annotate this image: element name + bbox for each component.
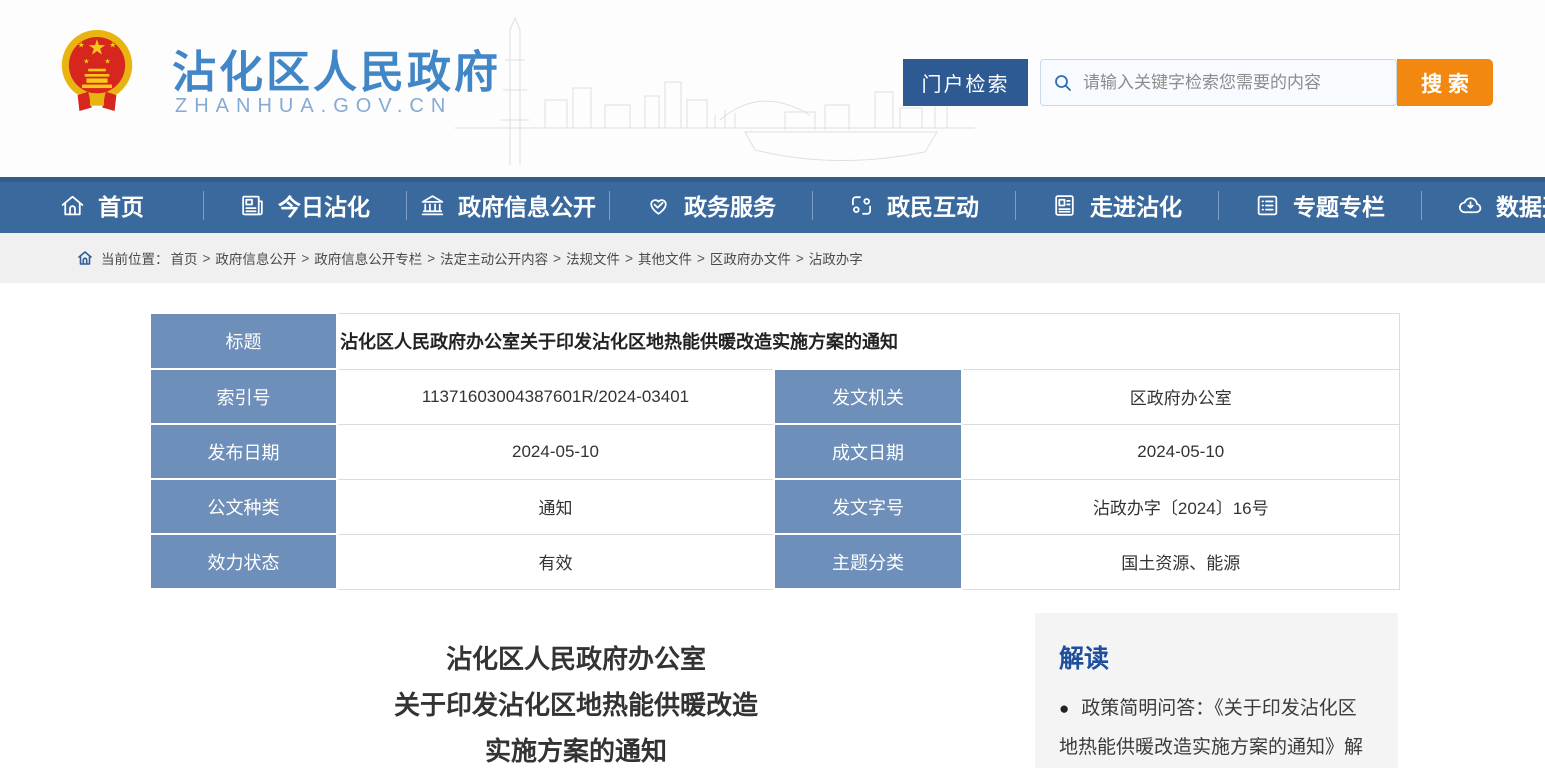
meta-value-validity: 有效: [337, 534, 774, 589]
meta-value-written-date: 2024-05-10: [962, 424, 1399, 479]
interpretation-panel: 解读 ●政策简明问答：《关于印发沾化区地热能供暖改造实施方案的通知》解读: [1035, 613, 1398, 768]
breadcrumb-home-icon: [77, 250, 93, 266]
meta-label-written-date: 成文日期: [774, 424, 962, 479]
breadcrumb-item[interactable]: 首页: [171, 248, 198, 268]
breadcrumb-item[interactable]: 区政府办文件: [710, 248, 791, 268]
nav-item-home[interactable]: 首页: [0, 177, 203, 233]
breadcrumb-item[interactable]: 法定主动公开内容: [440, 248, 548, 268]
national-emblem-logo[interactable]: ★ ★ ★ ★ ★: [53, 22, 141, 126]
nav-item-interaction[interactable]: 政民互动: [812, 177, 1015, 233]
meta-label-doc-type: 公文种类: [150, 479, 337, 534]
meta-label-index-no: 索引号: [150, 369, 337, 424]
interaction-icon: [848, 192, 875, 219]
meta-value-index-no: 11371603004387601R/2024-03401: [337, 369, 774, 424]
article-title-line: 实施方案的通知: [150, 728, 1002, 768]
search-input[interactable]: [1083, 73, 1384, 93]
breadcrumb-item[interactable]: 政府信息公开: [215, 248, 296, 268]
table-row: 发布日期 2024-05-10 成文日期 2024-05-10: [150, 424, 1399, 479]
nav-item-gov-info[interactable]: 政府信息公开: [406, 177, 609, 233]
svg-text:★: ★: [88, 37, 107, 60]
search-box: [1040, 59, 1397, 106]
interpretation-link[interactable]: ●政策简明问答：《关于印发沾化区地热能供暖改造实施方案的通知》解读: [1059, 689, 1374, 768]
svg-text:★: ★: [109, 41, 116, 50]
gov-building-icon: [419, 192, 446, 219]
nav-item-about[interactable]: 走进沾化: [1015, 177, 1218, 233]
home-icon: [59, 192, 86, 219]
svg-text:★: ★: [104, 57, 110, 65]
svg-text:★: ★: [83, 57, 89, 65]
portal-search-button[interactable]: 门户检索: [903, 59, 1028, 106]
search-button[interactable]: 搜 索: [1397, 59, 1493, 106]
meta-label-theme-category: 主题分类: [774, 534, 962, 589]
nav-item-today[interactable]: 今日沾化: [203, 177, 406, 233]
site-title: 沾化区人民政府: [172, 36, 501, 100]
meta-label-publish-date: 发布日期: [150, 424, 337, 479]
search-icon: [1053, 73, 1073, 93]
nav-item-open-data[interactable]: 数据开放: [1421, 177, 1545, 233]
city-sketch-art: [455, 0, 975, 177]
list-icon: [1254, 192, 1281, 219]
service-handshake-icon: [645, 192, 672, 219]
breadcrumb-item[interactable]: 政府信息公开专栏: [314, 248, 422, 268]
meta-label-validity: 效力状态: [150, 534, 337, 589]
breadcrumb: 当前位置： 首页> 政府信息公开> 政府信息公开专栏> 法定主动公开内容> 法规…: [0, 233, 1545, 283]
page: ★ ★ ★ ★ ★ 沾化区人民政府 ZHANHUA.GOV.CN 门户检索 搜 …: [0, 0, 1545, 768]
table-row: 标题 沾化区人民政府办公室关于印发沾化区地热能供暖改造实施方案的通知: [150, 313, 1399, 369]
breadcrumb-item[interactable]: 法规文件: [566, 248, 620, 268]
site-domain: ZHANHUA.GOV.CN: [175, 95, 452, 118]
table-row: 索引号 11371603004387601R/2024-03401 发文机关 区…: [150, 369, 1399, 424]
meta-value-doc-type: 通知: [337, 479, 774, 534]
breadcrumb-item[interactable]: 其他文件: [638, 248, 692, 268]
site-header: ★ ★ ★ ★ ★ 沾化区人民政府 ZHANHUA.GOV.CN 门户检索 搜 …: [0, 0, 1545, 177]
nav-item-services[interactable]: 政务服务: [609, 177, 812, 233]
table-row: 效力状态 有效 主题分类 国土资源、能源: [150, 534, 1399, 589]
news-icon: [239, 192, 266, 219]
cloud-download-icon: [1457, 192, 1484, 219]
meta-value-doc-number: 沾政办字〔2024〕16号: [962, 479, 1399, 534]
meta-label-doc-number: 发文字号: [774, 479, 962, 534]
meta-value-title: 沾化区人民政府办公室关于印发沾化区地热能供暖改造实施方案的通知: [337, 313, 1399, 369]
nav-item-topics[interactable]: 专题专栏: [1218, 177, 1421, 233]
article-title-line: 沾化区人民政府办公室: [150, 636, 1002, 682]
svg-text:★: ★: [78, 41, 85, 50]
meta-value-theme-category: 国土资源、能源: [962, 534, 1399, 589]
article-title: 沾化区人民政府办公室 关于印发沾化区地热能供暖改造 实施方案的通知: [150, 636, 1002, 768]
interpretation-heading: 解读: [1059, 639, 1374, 675]
meta-value-publish-date: 2024-05-10: [337, 424, 774, 479]
meta-label-issuing-org: 发文机关: [774, 369, 962, 424]
table-row: 公文种类 通知 发文字号 沾政办字〔2024〕16号: [150, 479, 1399, 534]
meta-value-issuing-org: 区政府办公室: [962, 369, 1399, 424]
bullet-icon: ●: [1059, 699, 1069, 718]
meta-label-title: 标题: [150, 313, 337, 369]
breadcrumb-prefix: 当前位置：: [101, 248, 169, 268]
breadcrumb-item[interactable]: 沾政办字: [809, 248, 863, 268]
document-meta-table: 标题 沾化区人民政府办公室关于印发沾化区地热能供暖改造实施方案的通知 索引号 1…: [149, 312, 1400, 590]
main-nav: 首页 今日沾化 政府信息公开 政务服务: [0, 177, 1545, 233]
document-icon: [1051, 192, 1078, 219]
article-title-line: 关于印发沾化区地热能供暖改造: [150, 682, 1002, 728]
